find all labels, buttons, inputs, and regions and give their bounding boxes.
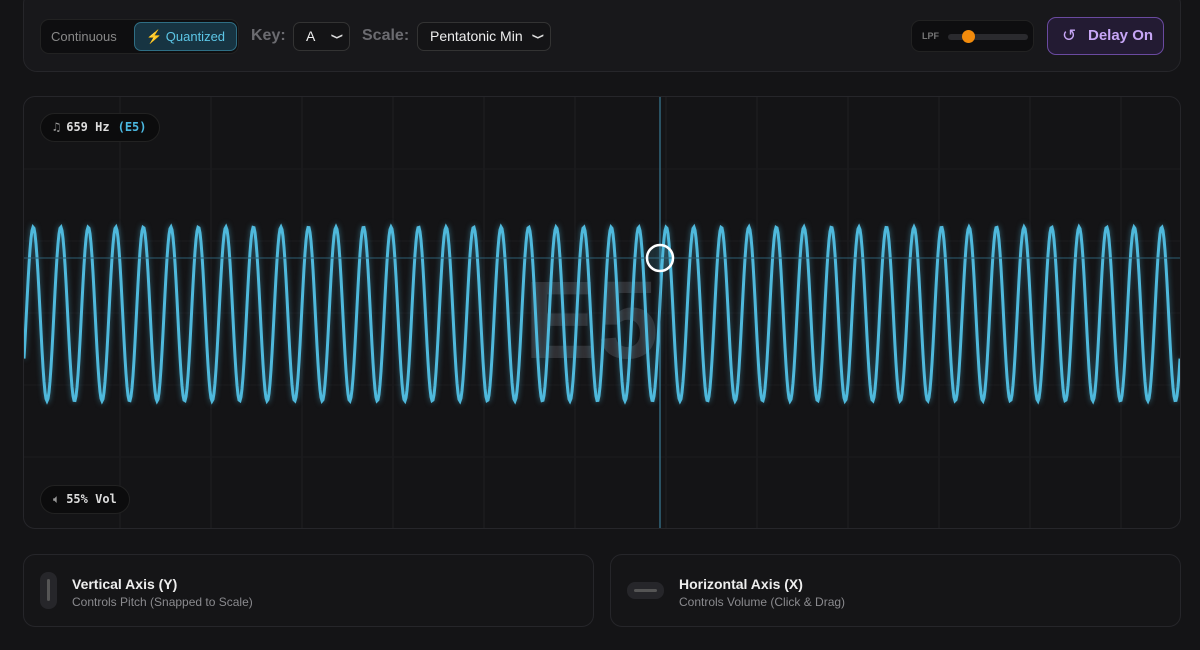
lightning-icon: ⚡	[145, 29, 163, 44]
lpf-slider[interactable]	[948, 30, 1028, 43]
volume-readout: 🔈︎ 55% Vol	[40, 485, 130, 514]
cursor-handle[interactable]	[645, 243, 675, 273]
card-title: Horizontal Axis (X)	[679, 576, 803, 592]
music-note-icon: ♫	[53, 120, 61, 134]
waveform	[24, 97, 1180, 528]
key-label: Key:	[251, 27, 286, 44]
rotate-ccw-icon: ↺	[1062, 26, 1077, 45]
mode-quantized-label: Quantized	[165, 29, 226, 44]
card-subtitle: Controls Pitch (Snapped to Scale)	[72, 595, 253, 609]
delay-toggle-button[interactable]: ↺ Delay On	[1047, 17, 1164, 55]
scale-label: Scale:	[362, 27, 410, 44]
horizontal-axis-card: Horizontal Axis (X) Controls Volume (Cli…	[610, 554, 1181, 627]
key-select[interactable]: A ❯	[293, 22, 350, 51]
frequency-readout: ♫ 659 Hz (E5)	[40, 113, 160, 142]
speaker-icon: 🔈︎	[53, 492, 61, 506]
theremin-pad[interactable]: E5 ♫ 659 Hz (E5) 🔈︎ 55% Vol	[23, 96, 1181, 529]
scale-value: Pentatonic Min	[430, 28, 523, 44]
card-title: Vertical Axis (Y)	[72, 576, 178, 592]
scale-select[interactable]: Pentatonic Min ❯	[417, 22, 551, 51]
horizontal-axis-icon	[627, 582, 664, 599]
mode-toggle: Continuous ⚡ Quantized	[40, 19, 239, 54]
lpf-label: LPF	[922, 31, 939, 41]
key-value: A	[306, 28, 316, 44]
lpf-control: LPF	[911, 20, 1034, 52]
mode-quantized-button[interactable]: ⚡ Quantized	[134, 22, 237, 51]
mode-continuous-button[interactable]: Continuous	[51, 20, 117, 53]
note-value: (E5)	[117, 120, 147, 134]
waveform-path	[24, 223, 1180, 405]
delay-label: Delay On	[1088, 27, 1154, 44]
lpf-slider-thumb[interactable]	[962, 30, 975, 43]
vertical-axis-icon	[40, 572, 57, 609]
card-subtitle: Controls Volume (Click & Drag)	[679, 595, 846, 609]
chevron-down-icon: ❯	[330, 33, 343, 40]
vertical-axis-card: Vertical Axis (Y) Controls Pitch (Snappe…	[23, 554, 594, 627]
volume-value: 55% Vol	[66, 492, 117, 506]
chevron-down-icon: ❯	[531, 33, 544, 40]
frequency-value: 659 Hz	[66, 120, 110, 134]
